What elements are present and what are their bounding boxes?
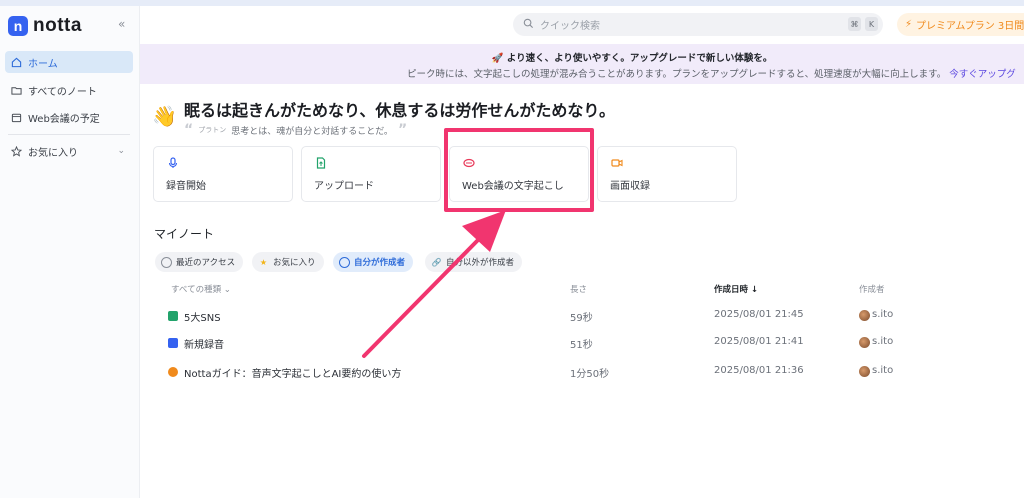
premium-label: プレミアムプラン 3日間 <box>916 21 1024 32</box>
app-name: notta <box>33 15 82 36</box>
filter-created-by-others[interactable]: 🔗 自分以外が作成者 <box>425 252 523 272</box>
column-header-length[interactable]: 長さ <box>570 283 587 295</box>
sidebar-item-label: お気に入り <box>28 147 78 159</box>
note-title: 5大SNS <box>184 313 221 324</box>
filter-recent-access[interactable]: 最近のアクセス <box>155 252 244 272</box>
sidebar-item-label: ホーム <box>28 58 58 70</box>
column-header-created-label: 作成日時 <box>714 285 749 295</box>
headset-icon <box>339 256 350 268</box>
screen-record-card[interactable]: 画面収録 <box>597 146 737 202</box>
upgrade-banner: 🚀 より速く、より使いやすく。アップグレードで新しい体験を。 ピーク時には、文字… <box>140 44 1024 84</box>
note-creator: s.ito <box>872 336 894 347</box>
lightning-icon: ⚡ <box>905 19 913 30</box>
home-icon <box>10 56 22 68</box>
close-quote-icon: ” <box>397 122 408 138</box>
column-header-created[interactable]: 作成日時 ↓ <box>714 283 758 295</box>
column-type-filter[interactable]: すべての種類 ⌄ <box>171 283 231 295</box>
my-notes-title: マイノート <box>154 227 215 241</box>
page-title: 眠るは起きんがためなり、休息するは労作せんがためなり。 <box>184 101 616 120</box>
column-header-creator[interactable]: 作成者 <box>859 283 885 295</box>
upgrade-link[interactable]: 今すぐアップグ <box>949 69 1016 80</box>
calendar-icon <box>10 111 22 123</box>
note-length: 1分50秒 <box>570 369 610 380</box>
top-strip <box>0 0 1024 6</box>
sidebar-divider <box>8 134 130 135</box>
search-placeholder: クイック検索 <box>540 21 600 32</box>
folder-icon <box>10 84 22 96</box>
microphone-icon <box>167 157 179 169</box>
banner-subtitle: ピーク時には、文字起こしの処理が混み合うことがあります。プランをアップグレードす… <box>407 69 947 80</box>
filter-label: 最近のアクセス <box>176 258 236 268</box>
note-length: 59秒 <box>570 313 593 324</box>
sidebar-item-favorites[interactable]: お気に入り ⌄ <box>5 140 133 162</box>
search-icon <box>523 18 534 32</box>
card-label: 画面収録 <box>610 181 650 192</box>
filter-label: お気に入り <box>273 258 316 268</box>
table-row[interactable]: Nottaガイド：音声文字起こしとAI要約の使い方 1分50秒 2025/08/… <box>160 361 1020 383</box>
screen-record-icon <box>611 157 623 169</box>
quote-author: プラトン <box>198 126 227 134</box>
star-icon: ★ <box>259 257 268 267</box>
banner-title-row: 🚀 より速く、より使いやすく。アップグレードで新しい体験を。 <box>140 50 1024 64</box>
clock-icon <box>161 256 172 268</box>
quote-text: 思考とは、魂が自分と対話することだ。 <box>231 126 393 137</box>
sidebar: n notta « ホーム すべてのノート Web会議の予定 お気に入り ⌄ <box>0 6 140 498</box>
sidebar-item-label: Web会議の予定 <box>28 113 100 125</box>
note-created: 2025/08/01 21:41 <box>714 336 804 347</box>
note-creator: s.ito <box>872 365 894 376</box>
note-title: 新規録音 <box>184 340 224 351</box>
highlight-box <box>444 128 594 212</box>
premium-plan-button[interactable]: ⚡ プレミアムプラン 3日間 <box>897 13 1024 36</box>
waving-hand-icon: 👋 <box>152 104 177 128</box>
table-row[interactable]: 5大SNS 59秒 2025/08/01 21:45 s.ito <box>160 305 1020 327</box>
app-logo[interactable]: n notta <box>8 15 82 37</box>
shortcut-key-cmd: ⌘ <box>848 17 861 31</box>
avatar <box>859 310 870 321</box>
filter-label: 自分が作成者 <box>354 258 406 268</box>
double-chevron-left-icon[interactable]: « <box>118 17 125 31</box>
rocket-icon: 🚀 <box>491 53 504 64</box>
table-row[interactable]: 新規録音 51秒 2025/08/01 21:41 s.ito <box>160 332 1020 354</box>
sidebar-item-home[interactable]: ホーム <box>5 51 133 73</box>
card-label: 録音開始 <box>166 181 206 192</box>
card-label: アップロード <box>314 181 374 192</box>
quote-line: “ プラトン 思考とは、魂が自分と対話することだ。 ” <box>184 122 407 138</box>
banner-title: より速く、より使いやすく。アップグレードで新しい体験を。 <box>506 53 773 64</box>
chevron-down-icon[interactable]: ⌄ <box>117 146 125 156</box>
search-input[interactable]: クイック検索 ⌘ K <box>513 13 883 36</box>
note-creator: s.ito <box>872 309 894 320</box>
note-title: Nottaガイド：音声文字起こしとAI要約の使い方 <box>184 369 402 380</box>
recording-file-icon <box>168 338 178 348</box>
upload-icon <box>315 157 327 169</box>
filter-label: 自分以外が作成者 <box>446 258 515 268</box>
record-start-card[interactable]: 録音開始 <box>153 146 293 202</box>
avatar <box>859 337 870 348</box>
sort-desc-icon: ↓ <box>750 285 759 295</box>
shortcut-key-k: K <box>865 17 878 31</box>
avatar <box>859 366 870 377</box>
upload-card[interactable]: アップロード <box>301 146 441 202</box>
filter-created-by-me[interactable]: 自分が作成者 <box>333 252 414 272</box>
sidebar-item-web-meetings[interactable]: Web会議の予定 <box>5 106 133 128</box>
note-created: 2025/08/01 21:36 <box>714 365 804 376</box>
star-icon <box>10 145 22 157</box>
notta-logo-icon: n <box>8 16 28 36</box>
column-header-type: すべての種類 <box>171 285 222 295</box>
link-icon: 🔗 <box>431 257 442 267</box>
note-created: 2025/08/01 21:45 <box>714 309 804 320</box>
filter-favorites[interactable]: ★ お気に入り <box>252 252 324 272</box>
uploaded-file-icon <box>168 311 178 321</box>
note-length: 51秒 <box>570 340 593 351</box>
open-quote-icon: “ <box>184 122 194 138</box>
sidebar-item-label: すべてのノート <box>28 86 97 98</box>
banner-subtitle-row: ピーク時には、文字起こしの処理が混み合うことがあります。プランをアップグレードす… <box>407 66 1016 80</box>
guide-file-icon <box>168 367 178 377</box>
chevron-down-icon: ⌄ <box>223 285 231 295</box>
sidebar-item-all-notes[interactable]: すべてのノート <box>5 79 133 101</box>
